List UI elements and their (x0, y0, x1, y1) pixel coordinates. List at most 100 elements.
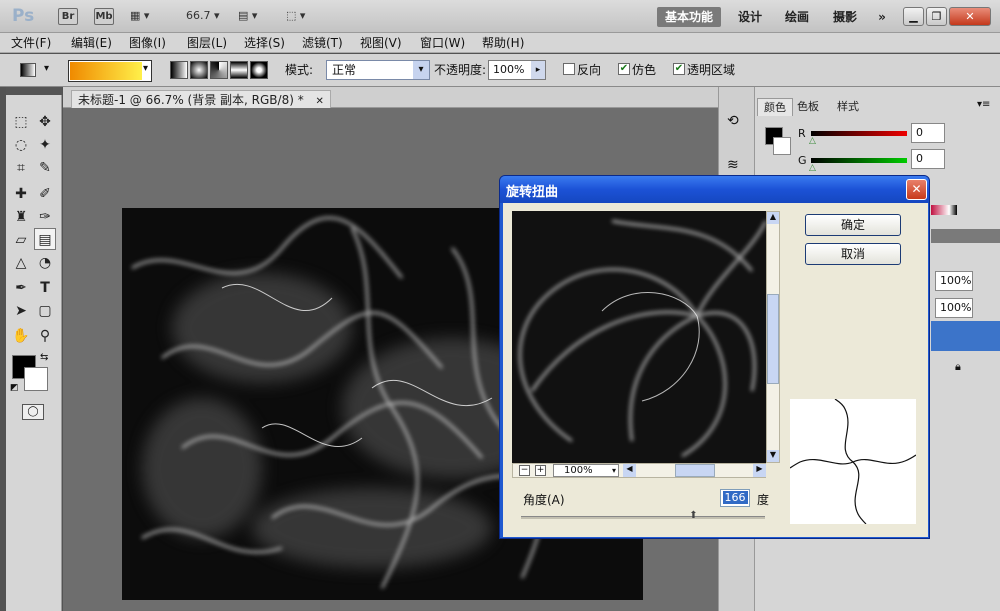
swap-colors-icon[interactable]: ⇆ (40, 352, 48, 363)
menu-file[interactable]: 文件(F) (8, 33, 54, 53)
diamond-gradient-button[interactable] (250, 61, 268, 79)
pen-tool-icon[interactable]: ✒ (10, 277, 32, 299)
move-tool-icon[interactable]: ✥ (34, 111, 56, 133)
workspace-design[interactable]: 设计 (730, 7, 770, 27)
eyedropper-tool-icon[interactable]: ✎ (34, 157, 56, 179)
g-value-input[interactable]: 0 (911, 149, 945, 169)
workspace-essentials[interactable]: 基本功能 (657, 7, 721, 27)
chevron-down-icon: ▾ (611, 466, 616, 475)
angle-slider[interactable] (521, 516, 765, 519)
gradient-tool-preset[interactable]: ▾ (20, 61, 54, 81)
g-slider[interactable] (811, 158, 907, 163)
reverse-checkbox[interactable] (563, 63, 575, 75)
menu-edit[interactable]: 编辑(E) (68, 33, 115, 53)
brush-tool-icon[interactable]: ✐ (34, 183, 56, 205)
cancel-button[interactable]: 取消 (805, 243, 901, 265)
angle-gradient-button[interactable] (210, 61, 228, 79)
quick-mask-icon[interactable]: ◯ (22, 404, 44, 420)
magic-wand-icon[interactable]: ✦ (34, 134, 56, 156)
hand-tool-icon[interactable]: ✋ (10, 325, 32, 347)
scroll-down-icon[interactable]: ▼ (767, 450, 779, 462)
shape-tool-icon[interactable]: ▢ (34, 300, 56, 322)
menu-select[interactable]: 选择(S) (241, 33, 288, 53)
slider-arrow-icon[interactable]: ▸ (531, 61, 545, 79)
lasso-tool-icon[interactable]: ◌ (10, 134, 32, 156)
gradient-type-group (170, 61, 268, 81)
zoom-tool-icon[interactable]: ⚲ (34, 325, 56, 347)
arrange-dropdown[interactable]: ▤ ▾ (238, 5, 278, 27)
screen-mode-dropdown[interactable]: ⬚ ▾ (286, 5, 326, 27)
menu-help[interactable]: 帮助(H) (479, 33, 527, 53)
arrange-icon: ▤ (238, 9, 249, 22)
hscroll-thumb[interactable] (675, 464, 715, 477)
preview-zoom-select[interactable]: 100% ▾ (553, 464, 619, 477)
menu-image[interactable]: 图像(I) (126, 33, 169, 53)
r-slider[interactable] (811, 131, 907, 136)
mode-select[interactable]: 正常 ▾ (326, 60, 430, 80)
tab-swatches[interactable]: 色板 (791, 98, 825, 116)
scroll-right-icon[interactable]: ▶ (753, 464, 766, 477)
scroll-up-icon[interactable]: ▲ (767, 212, 779, 224)
minimize-button[interactable]: ▁ (903, 7, 924, 26)
restore-button[interactable]: ❐ (926, 7, 947, 26)
preview-vscrollbar[interactable]: ▲ ▼ (766, 211, 780, 463)
mini-bridge-button[interactable]: Mb (94, 8, 114, 25)
background-color-swatch[interactable] (24, 367, 48, 391)
bridge-button[interactable]: Br (58, 8, 78, 25)
dither-checkbox[interactable]: ✔ (618, 63, 630, 75)
gradient-tool-icon[interactable]: ▤ (34, 228, 56, 250)
ok-button[interactable]: 确定 (805, 214, 901, 236)
transparency-checkbox[interactable]: ✔ (673, 63, 685, 75)
angle-input[interactable]: 166 (720, 489, 750, 507)
clone-stamp-icon[interactable]: ♜ (10, 206, 32, 228)
workspace-painting[interactable]: 绘画 (777, 7, 817, 27)
linear-gradient-button[interactable] (170, 61, 188, 79)
layer-row-selected[interactable] (931, 321, 1000, 351)
layer-fill-input[interactable]: 100% (935, 298, 973, 318)
gradient-picker[interactable]: ▾ (68, 60, 152, 82)
menu-window[interactable]: 窗口(W) (417, 33, 468, 53)
crop-tool-icon[interactable]: ⌗ (10, 157, 32, 179)
dodge-tool-icon[interactable]: ◔ (34, 252, 56, 274)
zoom-dropdown[interactable]: 66.7 ▾ (186, 5, 236, 27)
bg-color-swatch[interactable] (773, 137, 791, 155)
document-tab[interactable]: 未标题-1 @ 66.7% (背景 副本, RGB/8) * ✕ (71, 90, 331, 108)
scroll-thumb[interactable] (767, 294, 779, 384)
zoom-in-button[interactable]: + (535, 465, 546, 476)
extras-dropdown[interactable]: ▦ ▾ (130, 5, 170, 27)
marquee-tool-icon[interactable]: ⬚ (10, 111, 32, 133)
actions-panel-icon[interactable]: ≋ (727, 157, 739, 173)
r-value-input[interactable]: 0 (911, 123, 945, 143)
layer-opacity-input[interactable]: 100% (935, 271, 973, 291)
default-colors-icon[interactable]: ◩ (10, 383, 19, 393)
close-button[interactable]: ✕ (949, 7, 991, 26)
history-brush-icon[interactable]: ✑ (34, 206, 56, 228)
panel-menu-icon[interactable]: ▾≡ (977, 99, 990, 110)
scroll-left-icon[interactable]: ◀ (623, 464, 636, 477)
eraser-tool-icon[interactable]: ▱ (10, 229, 32, 251)
blur-tool-icon[interactable]: △ (10, 252, 32, 274)
dialog-close-button[interactable]: ✕ (906, 179, 927, 200)
history-panel-icon[interactable]: ⟲ (727, 113, 739, 129)
menu-layer[interactable]: 图层(L) (184, 33, 230, 53)
opacity-input[interactable]: 100% ▸ (488, 60, 546, 80)
menu-view[interactable]: 视图(V) (357, 33, 405, 53)
angle-slider-handle[interactable]: ⬆ (689, 510, 697, 521)
workspace-photography[interactable]: 摄影 (825, 7, 865, 27)
healing-brush-icon[interactable]: ✚ (10, 183, 32, 205)
close-icon[interactable]: ✕ (316, 96, 324, 107)
radial-gradient-button[interactable] (190, 61, 208, 79)
type-tool-icon[interactable]: T (34, 277, 56, 299)
g-slider-handle[interactable]: △ (809, 163, 816, 173)
path-selection-icon[interactable]: ➤ (10, 300, 32, 322)
tab-color[interactable]: 颜色 (757, 98, 793, 116)
more-workspaces-button[interactable]: » (869, 7, 895, 27)
r-slider-handle[interactable]: △ (809, 136, 816, 146)
tab-styles[interactable]: 样式 (831, 98, 865, 116)
menu-filter[interactable]: 滤镜(T) (299, 33, 346, 53)
reflected-gradient-button[interactable] (230, 61, 248, 79)
twirl-preview[interactable] (512, 211, 766, 463)
dialog-title-bar[interactable]: 旋转扭曲 ✕ (500, 176, 929, 203)
zoom-out-button[interactable]: − (519, 465, 530, 476)
color-ramp[interactable] (931, 205, 957, 215)
